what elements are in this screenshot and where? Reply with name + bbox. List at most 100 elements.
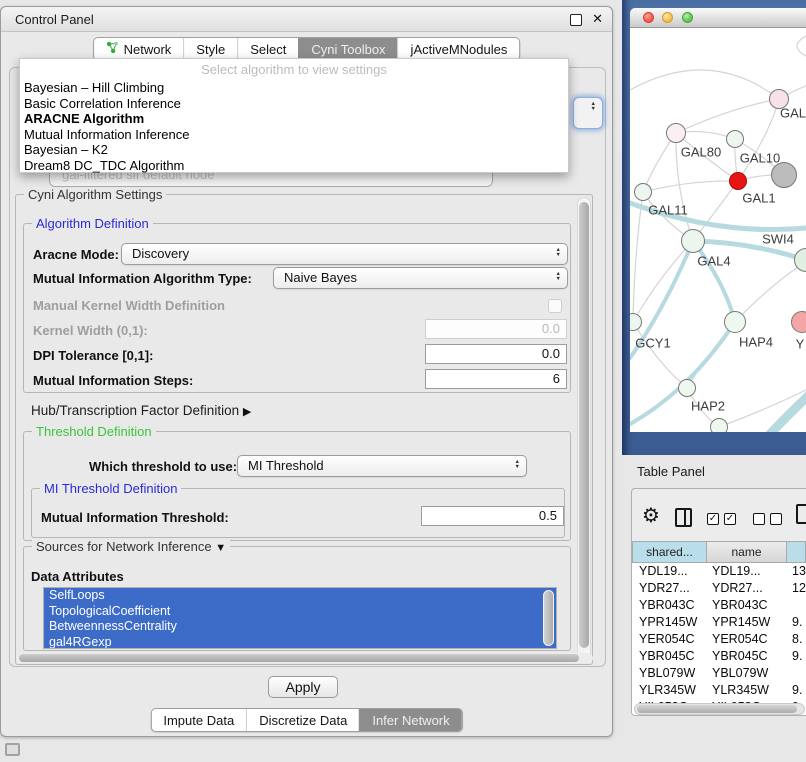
minimize-traffic-light-icon[interactable] — [662, 12, 673, 23]
bottom-tab-impute-data[interactable]: Impute Data — [151, 709, 246, 731]
bottom-tab-infer-network[interactable]: Infer Network — [359, 709, 461, 731]
settings-gear-icon[interactable]: ⚙ — [642, 503, 660, 528]
aracne-mode-combo[interactable]: Discovery ▲▼ — [121, 243, 568, 265]
table-cell: YLR345W — [707, 682, 787, 699]
tab-label: Select — [250, 42, 286, 57]
settings-horizontal-scrollbar[interactable] — [17, 653, 593, 663]
node-hap2[interactable] — [678, 379, 696, 397]
node-gal4[interactable] — [681, 229, 705, 253]
control-panel-titlebar: Control Panel ✕ — [1, 7, 612, 32]
algorithm-option-dream8-dc-tdc-algorithm[interactable]: Dream8 DC_TDC Algorithm — [20, 158, 568, 174]
attribute-item-topologicalcoefficient[interactable]: TopologicalCoefficient — [44, 604, 556, 620]
bottom-tab-label: Infer Network — [372, 713, 449, 728]
column-header-name[interactable]: name — [707, 541, 787, 563]
node-unlabeled[interactable] — [771, 162, 797, 188]
node-label-hap4: HAP4 — [739, 335, 773, 350]
settings-group-title: Cyni Algorithm Settings — [24, 187, 166, 202]
node-gal80[interactable] — [666, 123, 686, 143]
table-row[interactable]: YPR145WYPR145W9. — [632, 614, 806, 631]
node-hap4[interactable] — [724, 311, 746, 333]
table-row[interactable]: YBR043CYBR043C — [632, 597, 806, 614]
mi-threshold-field[interactable]: 0.5 — [421, 506, 564, 526]
table-icon[interactable] — [796, 504, 806, 524]
column-header-cut[interactable] — [787, 541, 806, 563]
column-header-shared[interactable]: shared... — [632, 541, 707, 563]
algorithm-option-bayesian-hill-climbing[interactable]: Bayesian – Hill Climbing — [20, 80, 568, 96]
node-label-gal80: GAL80 — [681, 145, 721, 160]
mi-type-label: Mutual Information Algorithm Type: — [33, 271, 252, 286]
float-window-icon[interactable] — [570, 14, 582, 26]
table-cell: YER054C — [632, 631, 707, 648]
table-cell: 12 — [787, 580, 806, 597]
algorithm-select-popup: Select algorithm to view settings Bayesi… — [19, 58, 569, 173]
hub-section-row[interactable]: Hub/Transcription Factor Definition ▶ — [31, 403, 251, 418]
algorithm-option-mutual-information-inference[interactable]: Mutual Information Inference — [20, 127, 568, 143]
node-gal1[interactable] — [729, 172, 747, 190]
table-cell: YPR145W — [707, 614, 787, 631]
table-cell: YPR145W — [632, 614, 707, 631]
algorithm-option-basic-correlation-inference[interactable]: Basic Correlation Inference — [20, 96, 568, 112]
close-icon[interactable]: ✕ — [592, 11, 603, 27]
scrollbar-thumb[interactable] — [544, 591, 553, 645]
settings-vertical-scrollbar[interactable] — [577, 197, 591, 663]
attribute-item-gal4rgexp[interactable]: gal4RGexp — [44, 635, 556, 650]
dpi-tolerance-field[interactable]: 0.0 — [425, 344, 567, 364]
scrollbar-thumb[interactable] — [19, 654, 579, 662]
which-threshold-value: MI Threshold — [248, 458, 324, 473]
tab-network[interactable]: Network — [94, 38, 184, 60]
table-row[interactable]: YBL079WYBL079W — [632, 665, 806, 682]
table-cell: 8. — [787, 631, 806, 648]
node-y[interactable] — [791, 311, 806, 333]
node-gal10[interactable] — [726, 130, 744, 148]
node-unlabeled[interactable] — [710, 418, 728, 432]
table-horizontal-scrollbar[interactable] — [634, 703, 805, 715]
tab-select[interactable]: Select — [237, 38, 298, 60]
zoom-traffic-light-icon[interactable] — [682, 12, 693, 23]
bottom-tab-label: Discretize Data — [259, 713, 347, 728]
close-traffic-light-icon[interactable] — [643, 12, 654, 23]
algorithm-option-bayesian-k2[interactable]: Bayesian – K2 — [20, 142, 568, 158]
mi-type-combo[interactable]: Naive Bayes ▲▼ — [273, 267, 568, 289]
manual-kernel-checkbox[interactable] — [548, 299, 562, 313]
table-cell: YBR043C — [707, 597, 787, 614]
table-row[interactable]: YDR27...YDR27...12 — [632, 580, 806, 597]
data-attributes-list[interactable]: SelfLoopsTopologicalCoefficientBetweenne… — [43, 587, 557, 649]
node-gal11[interactable] — [634, 183, 652, 201]
table-row[interactable]: YBR045CYBR045C9. — [632, 648, 806, 665]
collapse-arrow-icon[interactable]: ▼ — [215, 542, 226, 554]
inference-algorithm-combo-fragment[interactable]: ▲▼ — [573, 97, 603, 129]
mi-steps-field[interactable]: 6 — [425, 369, 567, 389]
kernel-width-field[interactable]: 0.0 — [425, 319, 567, 339]
scrollbar-thumb[interactable] — [637, 705, 797, 713]
unchecked-checkbox-icon[interactable] — [753, 513, 765, 525]
table-panel: ⚙ ✓ ✓ shared...name YDL19...YDL19...13YD… — [631, 488, 806, 716]
checked-checkbox-icon[interactable]: ✓ — [707, 513, 719, 525]
panel-grip-icon[interactable] — [5, 743, 20, 756]
algorithm-option-aracne-algorithm[interactable]: ARACNE Algorithm — [20, 111, 568, 127]
attribute-item-selfloops[interactable]: SelfLoops — [44, 588, 556, 604]
network-window-titlebar[interactable] — [630, 8, 806, 28]
scrollbar-thumb[interactable] — [579, 202, 589, 648]
table-cell: YBL079W — [707, 665, 787, 682]
list-vertical-scrollbar[interactable] — [543, 590, 554, 646]
columns-icon[interactable] — [675, 508, 692, 527]
unchecked-checkbox-icon[interactable] — [770, 513, 782, 525]
which-threshold-combo[interactable]: MI Threshold ▲▼ — [237, 455, 527, 477]
tab-cyni-toolbox[interactable]: Cyni Toolbox — [298, 38, 397, 60]
manual-kernel-label: Manual Kernel Width Definition — [33, 298, 225, 313]
tab-style[interactable]: Style — [183, 38, 237, 60]
bottom-tab-discretize-data[interactable]: Discretize Data — [246, 709, 359, 731]
algorithm-definition-title: Algorithm Definition — [32, 216, 153, 231]
network-canvas[interactable]: GALGAL80GAL10GAL1GAL11GAL4SWI4GCY1HAP4YH… — [630, 28, 806, 432]
expand-arrow-icon[interactable]: ▶ — [243, 406, 251, 418]
table-row[interactable]: YDL19...YDL19...13 — [632, 563, 806, 580]
table-cell: YBR043C — [632, 597, 707, 614]
table-row[interactable]: YER054CYER054C8. — [632, 631, 806, 648]
table-row[interactable]: YLR345WYLR345W9. — [632, 682, 806, 699]
network-tab-icon — [106, 41, 119, 57]
apply-button[interactable]: Apply — [268, 676, 338, 698]
checked-checkbox-icon[interactable]: ✓ — [724, 513, 736, 525]
attribute-item-betweennesscentrality[interactable]: BetweennessCentrality — [44, 619, 556, 635]
tab-jactivemnodules[interactable]: jActiveMNodules — [398, 38, 520, 60]
threshold-definition-title: Threshold Definition — [32, 424, 156, 439]
